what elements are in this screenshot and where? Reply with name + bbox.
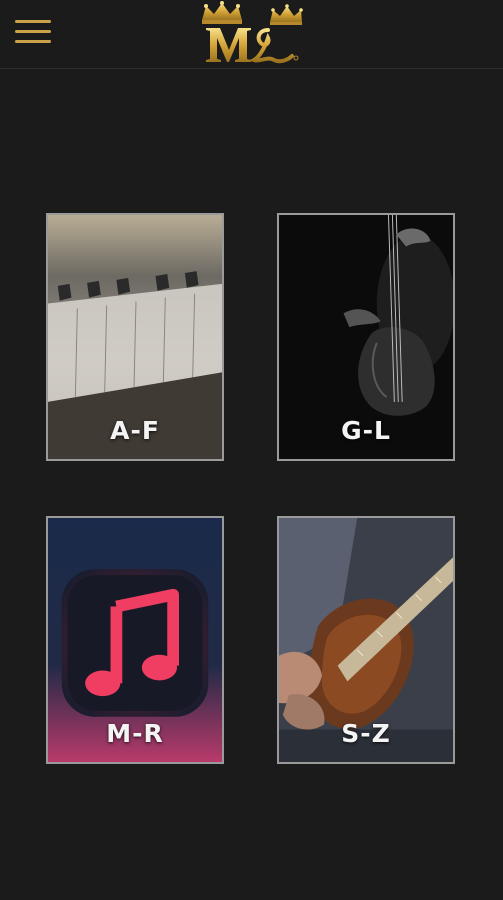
category-tile-s-z[interactable]: S-Z [277,516,455,764]
category-tile-m-r[interactable]: M-R [46,516,224,764]
tile-label: G-L [341,416,391,445]
tile-label: M-R [106,719,164,748]
category-tile-g-l[interactable]: G-L [277,213,455,461]
hamburger-menu-icon[interactable] [15,18,53,46]
ml-logo [202,1,303,64]
category-tile-a-f[interactable]: A-F [46,213,224,461]
app-header [0,0,503,69]
tile-label: S-Z [341,719,391,748]
tile-label: A-F [110,416,160,445]
